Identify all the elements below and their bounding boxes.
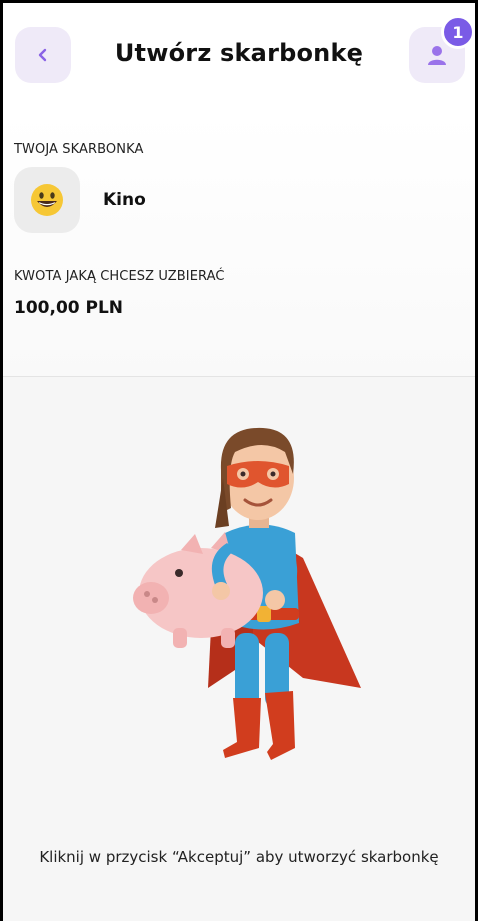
user-icon bbox=[428, 46, 446, 65]
piggy-emoji-button[interactable] bbox=[14, 167, 80, 233]
amount-label: KWOTA JAKĄ CHCESZ UZBIERAĆ bbox=[14, 269, 225, 284]
superhero-with-piggy-bank-illustration bbox=[103, 408, 403, 778]
page-title: Utwórz skarbonkę bbox=[114, 39, 364, 67]
info-text: Kliknij w przycisk “Akceptuj” aby utworz… bbox=[39, 848, 439, 866]
notification-badge: 1 bbox=[441, 15, 475, 49]
app-screen: Utwórz skarbonkę 1 TWOJA SKARBONKA Kino … bbox=[0, 0, 478, 921]
smiley-icon bbox=[31, 184, 63, 216]
amount-value: 100,00 PLN bbox=[14, 298, 124, 318]
piggy-bank-form: TWOJA SKARBONKA Kino KWOTA JAKĄ CHCESZ U… bbox=[3, 113, 475, 377]
piggy-name: Kino bbox=[103, 190, 146, 210]
piggy-label: TWOJA SKARBONKA bbox=[14, 142, 144, 157]
header: Utwórz skarbonkę 1 bbox=[3, 3, 475, 113]
